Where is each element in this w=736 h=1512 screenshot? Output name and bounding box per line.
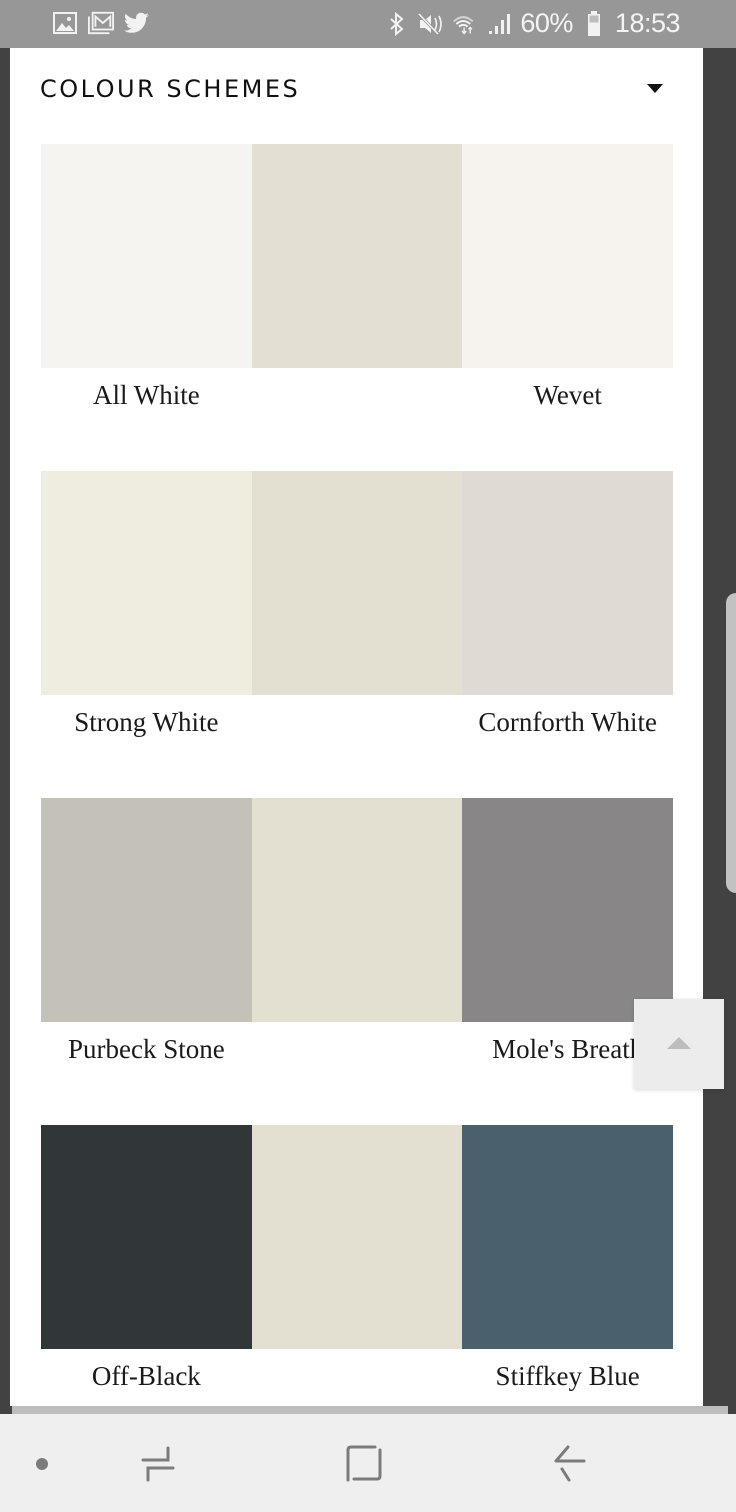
wifi-icon [452,11,478,37]
swatch-row [41,144,674,368]
colour-swatch[interactable] [251,471,463,695]
colour-swatch[interactable] [41,1125,252,1349]
colour-scheme[interactable]: Off-Black Stiffkey Blue [41,1125,674,1409]
colour-swatch[interactable] [41,471,252,695]
label-row: Off-Black Stiffkey Blue [41,1349,673,1409]
colour-swatch[interactable] [462,471,674,695]
navigation-bar [0,1414,736,1512]
horizontal-scrollbar[interactable] [12,1406,728,1414]
dot-icon[interactable] [20,1442,64,1486]
battery-icon [581,10,607,37]
caret-down-icon[interactable] [647,84,663,93]
colour-name[interactable]: Stiffkey Blue [462,1349,673,1409]
label-row: Strong White Cornforth White [41,695,673,755]
colour-name[interactable]: Off-Black [41,1349,252,1409]
colour-swatch[interactable] [462,1125,674,1349]
colour-swatch[interactable] [251,1125,463,1349]
swatch-row [41,471,674,695]
status-bar: 60% 18:53 [0,0,736,48]
colour-swatch[interactable] [251,798,463,1022]
mute-icon [418,11,444,37]
scroll-to-top-button[interactable] [634,999,724,1089]
colour-swatch[interactable] [462,798,674,1022]
swatch-row [41,1125,674,1349]
battery-percent: 60% [520,8,573,38]
label-row: Purbeck Stone Mole's Breath [41,1022,673,1082]
home-icon[interactable] [342,1442,386,1486]
colour-name[interactable] [252,1349,463,1409]
clock: 18:53 [614,8,681,38]
vertical-scrollbar[interactable] [726,593,736,893]
gallery-icon [52,10,78,36]
recent-apps-icon[interactable] [136,1442,180,1486]
colour-schemes-card: COLOUR SCHEMES All White Wevet Strong Whit… [10,48,703,1406]
twitter-icon [124,10,150,36]
arrow-up-icon [667,1037,691,1049]
colour-scheme[interactable]: All White Wevet [41,144,674,428]
colour-scheme[interactable]: Strong White Cornforth White [41,471,674,755]
back-icon[interactable] [548,1442,592,1486]
colour-swatch[interactable] [41,798,252,1022]
swatch-row [41,798,674,1022]
signal-icon [486,11,512,37]
colour-name[interactable] [252,695,463,755]
label-row: All White Wevet [41,368,673,428]
colour-name[interactable] [252,1022,463,1082]
colour-name[interactable]: Wevet [462,368,673,428]
colour-name[interactable]: Cornforth White [462,695,673,755]
colour-name[interactable]: All White [41,368,252,428]
colour-name[interactable]: Strong White [41,695,252,755]
section-title: COLOUR SCHEMES [40,75,301,103]
colour-swatch[interactable] [462,144,674,368]
colour-swatch[interactable] [251,144,463,368]
colour-name[interactable] [252,368,463,428]
gmail-icon [88,10,114,36]
colour-name[interactable]: Purbeck Stone [41,1022,252,1082]
colour-scheme[interactable]: Purbeck Stone Mole's Breath [41,798,674,1082]
colour-swatch[interactable] [41,144,252,368]
bluetooth-icon [384,11,410,37]
